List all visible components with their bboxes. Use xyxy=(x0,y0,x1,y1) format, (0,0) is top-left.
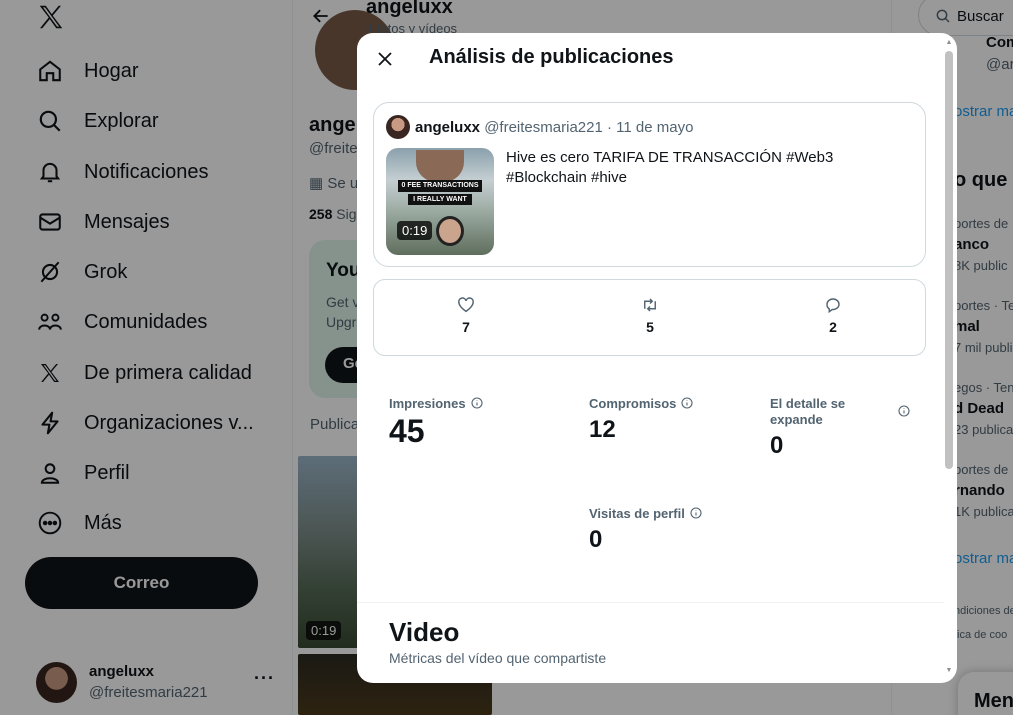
engagement-card: 7 5 2 xyxy=(373,279,926,356)
post-preview-card[interactable]: angeluxx @freitesmaria221 · 11 de mayo 0… xyxy=(373,102,926,267)
metric-label: El detalle se expande xyxy=(770,396,846,427)
thumbnail-person xyxy=(436,216,464,246)
heart-icon xyxy=(436,296,496,316)
info-icon[interactable] xyxy=(898,405,910,420)
reposts-stat: 5 xyxy=(620,296,680,335)
metric-value: 45 xyxy=(389,413,425,449)
info-icon[interactable] xyxy=(690,507,702,522)
video-thumbnail[interactable]: 0 FEE TRANSACTIONS I REALLY WANT 0:19 xyxy=(386,148,494,255)
likes-count: 7 xyxy=(462,319,470,335)
post-text: Hive es cero TARIFA DE TRANSACCIÓN #Web3… xyxy=(506,149,834,186)
scroll-down-icon[interactable]: ▼ xyxy=(944,667,954,674)
modal-title: Análisis de publicaciones xyxy=(429,46,674,68)
post-author-handle: @freitesmaria221 xyxy=(484,119,603,136)
info-icon[interactable] xyxy=(471,397,483,412)
close-icon[interactable] xyxy=(371,45,399,73)
metric-label: Impresiones xyxy=(389,396,466,411)
video-section-subtitle: Métricas del vídeo que compartiste xyxy=(389,650,607,666)
post-author-name: angeluxx xyxy=(415,119,481,136)
metric-profile-visits: Visitas de perfil 0 xyxy=(589,506,702,554)
reply-icon xyxy=(803,296,863,316)
metric-value: 0 xyxy=(589,526,603,553)
metric-value: 12 xyxy=(589,416,616,443)
likes-stat: 7 xyxy=(436,296,496,335)
metric-impressions: Impresiones 45 xyxy=(389,396,483,450)
metric-engagements: Compromisos 12 xyxy=(589,396,693,444)
post-meta: angeluxx @freitesmaria221 · 11 de mayo xyxy=(415,119,693,136)
replies-stat: 2 xyxy=(803,296,863,335)
thumbnail-face xyxy=(416,150,464,182)
thumbnail-caption: 0 FEE TRANSACTIONS xyxy=(398,180,482,192)
metric-detail-expands: El detalle se expande 0 xyxy=(770,396,910,460)
post-analytics-modal: Análisis de publicaciones ▲ ▼ angeluxx @… xyxy=(357,33,957,683)
modal-scrollbar[interactable]: ▲ ▼ xyxy=(944,39,954,677)
reposts-count: 5 xyxy=(646,319,654,335)
repost-icon xyxy=(620,296,680,316)
thumbnail-caption: I REALLY WANT xyxy=(408,194,472,205)
video-section-title: Video xyxy=(389,617,460,647)
metric-value: 0 xyxy=(770,432,784,459)
metric-label: Visitas de perfil xyxy=(589,506,685,521)
post-date: 11 de mayo xyxy=(616,119,694,136)
meta-separator: · xyxy=(606,119,612,136)
scroll-up-icon[interactable]: ▲ xyxy=(944,39,954,46)
avatar xyxy=(386,115,410,139)
replies-count: 2 xyxy=(829,319,837,335)
metric-label: Compromisos xyxy=(589,396,677,411)
video-duration: 0:19 xyxy=(397,221,433,240)
info-icon[interactable] xyxy=(681,397,693,412)
scrollbar-thumb[interactable] xyxy=(945,51,953,469)
section-divider xyxy=(357,602,944,603)
